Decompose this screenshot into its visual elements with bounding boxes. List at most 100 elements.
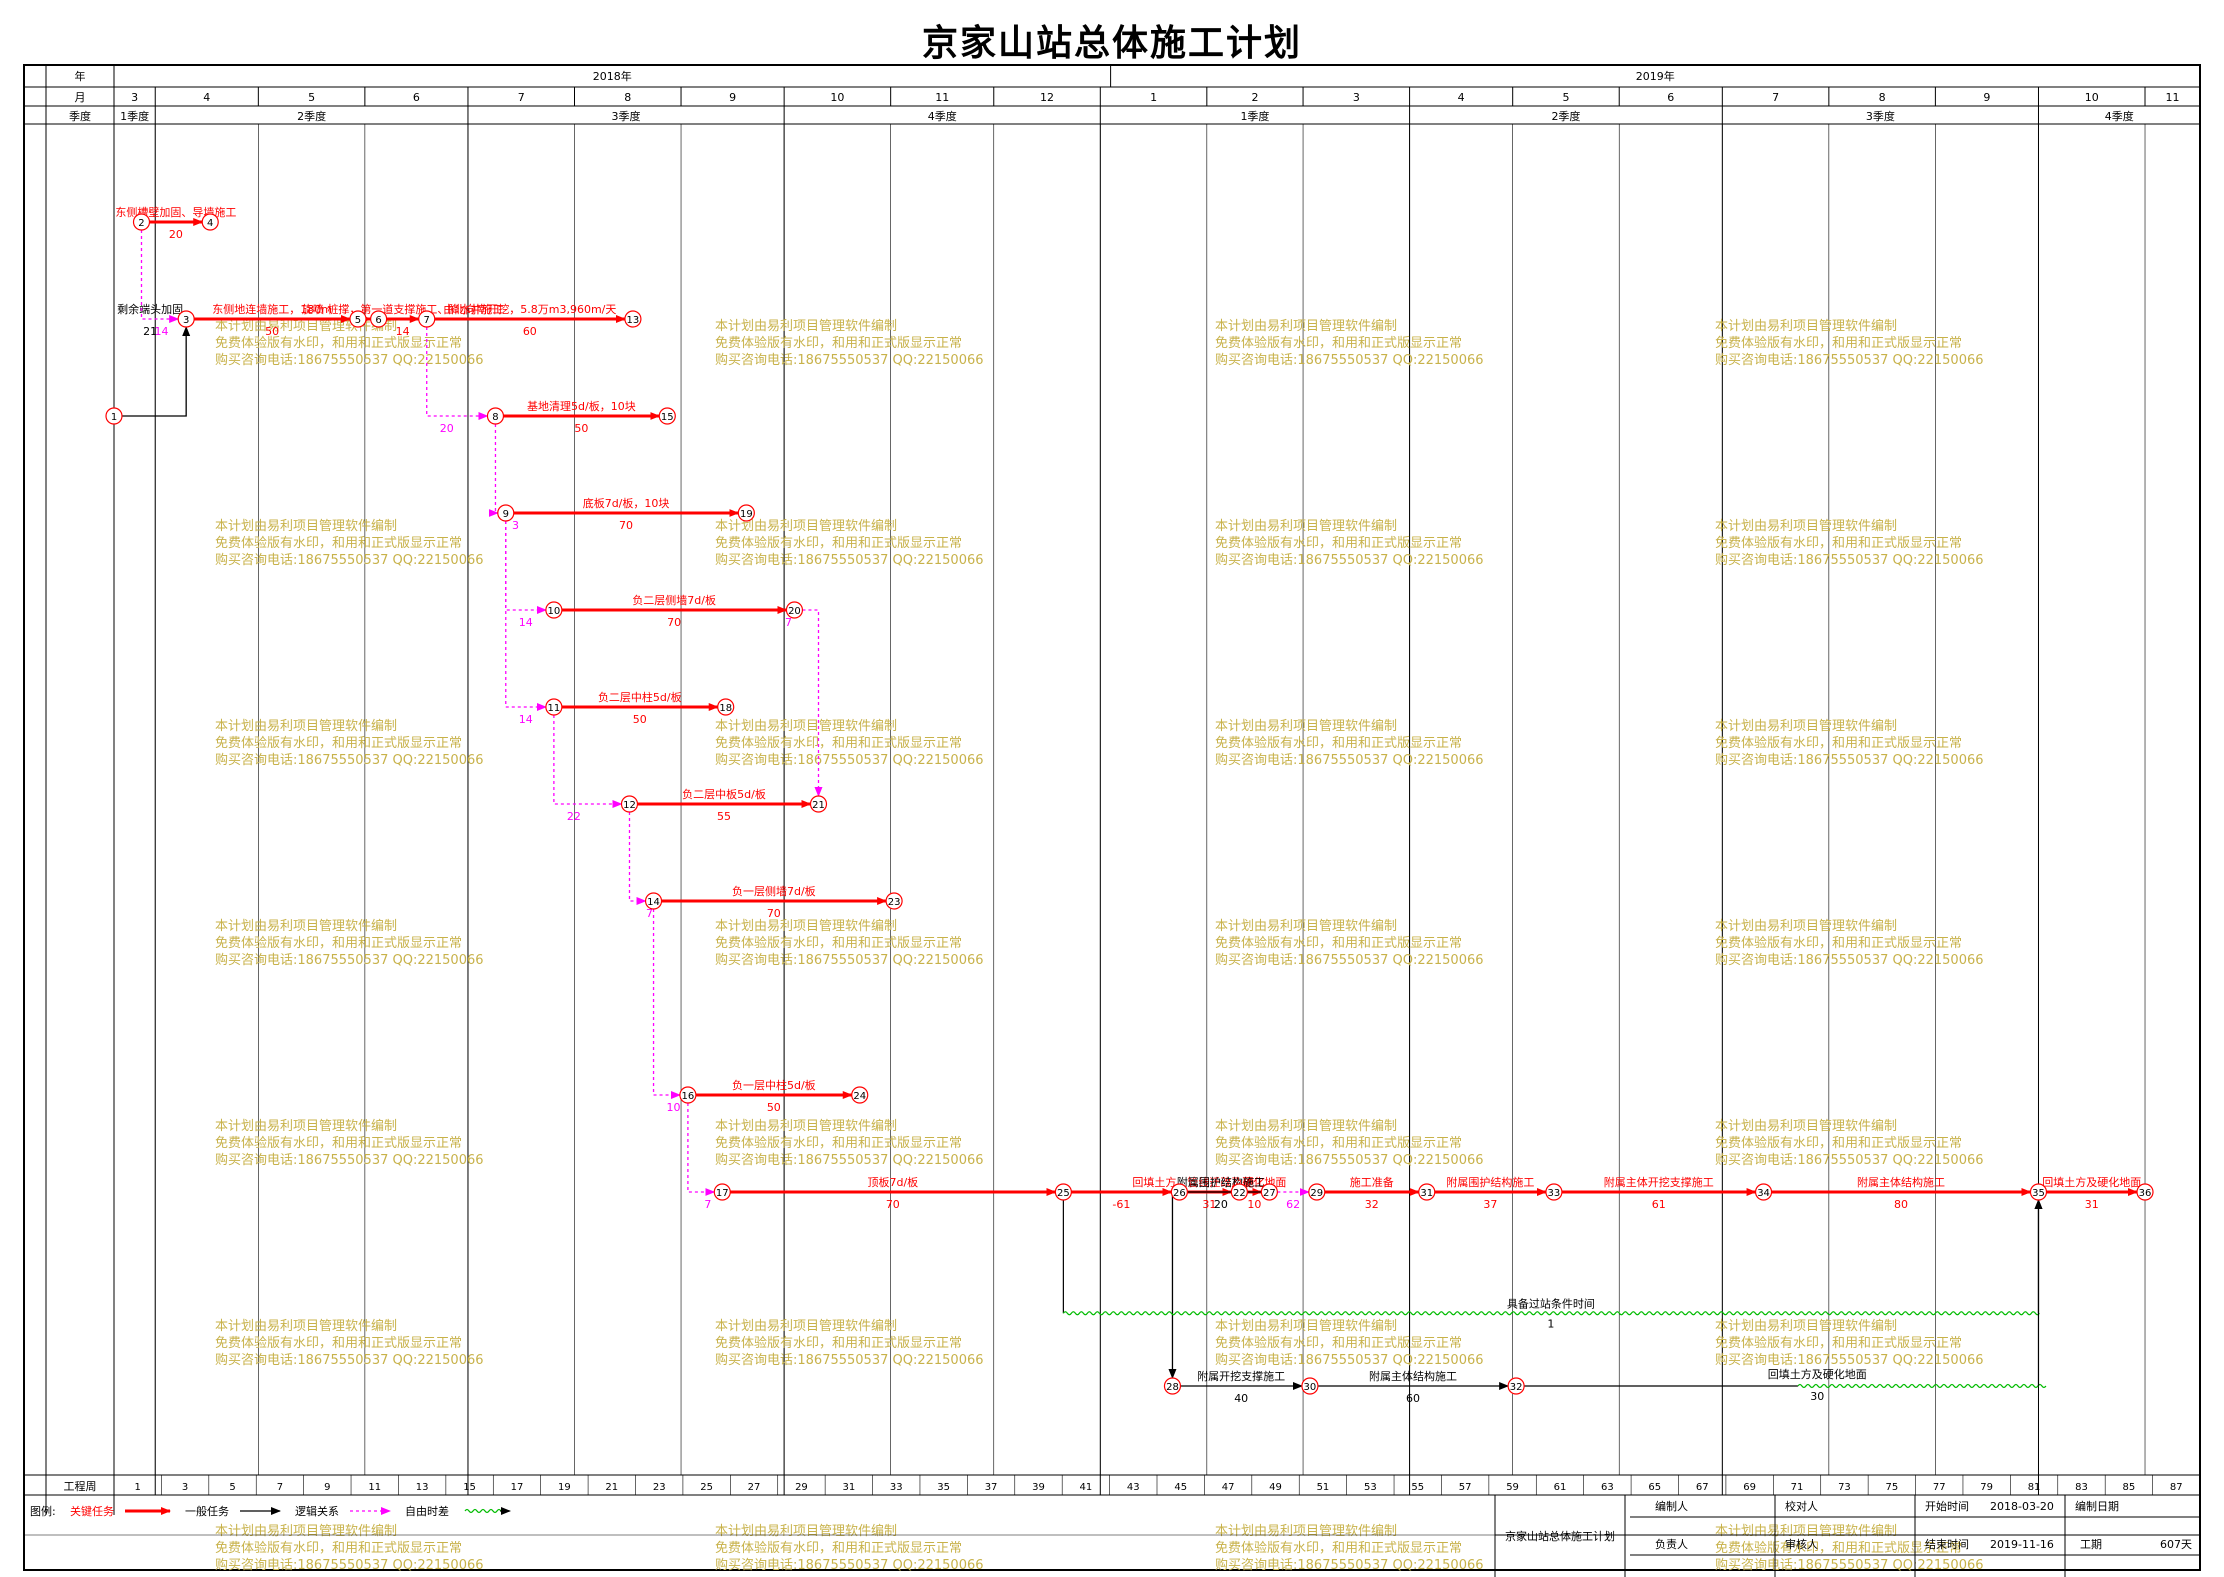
task-arrow: [122, 326, 191, 417]
week-label: 9: [324, 1482, 330, 1493]
node-14[interactable]: 14: [644, 892, 663, 910]
node-21[interactable]: 21: [809, 795, 828, 813]
node-5[interactable]: 5: [349, 310, 367, 328]
node-8[interactable]: 8: [486, 407, 505, 425]
watermark-text: 免费体验版有水印，和用和正式版显示正常: [215, 1135, 462, 1151]
year-label: 2018年: [593, 69, 632, 83]
watermark-text: 免费体验版有水印，和用和正式版显示正常: [215, 735, 462, 751]
node-28[interactable]: 28: [1163, 1377, 1182, 1395]
week-label: 81: [2028, 1482, 2041, 1493]
watermark-text: 本计划由易利项目管理软件编制: [1215, 719, 1397, 734]
node-2[interactable]: 2: [132, 213, 151, 231]
node-7[interactable]: 7: [418, 310, 436, 328]
task-name: 剩余端头加固: [117, 302, 183, 316]
node-9[interactable]: 9: [497, 504, 515, 522]
node-20[interactable]: 20: [785, 601, 804, 619]
week-label: 37: [985, 1482, 998, 1493]
watermark-text: 本计划由易利项目管理软件编制: [1215, 519, 1397, 534]
watermark-text: 免费体验版有水印，和用和正式版显示正常: [1715, 935, 1962, 951]
week-label: 67: [1696, 1482, 1709, 1493]
node-35[interactable]: 35: [2029, 1183, 2048, 1201]
task-name: 负二层侧墙7d/板: [632, 593, 716, 607]
backfill2-wave: [1797, 1383, 2047, 1389]
watermark-text: 本计划由易利项目管理软件编制: [1215, 1524, 1397, 1539]
watermark-text: 购买咨询电话:18675550537 QQ:22150066: [715, 752, 984, 768]
node-30[interactable]: 30: [1301, 1377, 1319, 1395]
node-label: 14: [647, 897, 660, 908]
watermark-text: 免费体验版有水印，和用和正式版显示正常: [715, 1135, 962, 1151]
watermark-text: 本计划由易利项目管理软件编制: [715, 1119, 897, 1134]
week-label: 25: [700, 1482, 713, 1493]
header-month-label: 月: [75, 91, 86, 104]
watermark-text: 免费体验版有水印，和用和正式版显示正常: [1215, 535, 1462, 551]
node-12[interactable]: 12: [620, 795, 639, 813]
node-16[interactable]: 16: [679, 1086, 697, 1104]
free-float-label: 10: [667, 1101, 681, 1114]
watermark-text: 免费体验版有水印，和用和正式版显示正常: [215, 535, 462, 551]
node-6[interactable]: 6: [370, 310, 388, 328]
node-19[interactable]: 19: [737, 504, 755, 522]
node-25[interactable]: 25: [1054, 1183, 1072, 1201]
month-label: 9: [729, 91, 736, 104]
node-13[interactable]: 13: [624, 310, 642, 328]
watermark-text: 购买咨询电话:18675550537 QQ:22150066: [715, 352, 984, 368]
quarter-label: 2季度: [297, 109, 326, 123]
node-31[interactable]: 31: [1418, 1183, 1436, 1201]
node-17[interactable]: 17: [713, 1183, 731, 1201]
watermark-text: 购买咨询电话:18675550537 QQ:22150066: [215, 1557, 484, 1573]
task-name: 负一层侧墙7d/板: [732, 884, 816, 898]
task-duration: 40: [1234, 1392, 1248, 1405]
week-label: 59: [1506, 1482, 1519, 1493]
node-label: 31: [1420, 1188, 1433, 1199]
node-15[interactable]: 15: [658, 407, 676, 425]
info-reviewer-label: 审核人: [1785, 1537, 1818, 1551]
task-duration: 60: [523, 325, 537, 338]
node-27[interactable]: 27: [1260, 1183, 1278, 1201]
legend-critical-label: 关键任务: [70, 1504, 114, 1518]
node-label: 28: [1166, 1382, 1179, 1393]
watermark-text: 购买咨询电话:18675550537 QQ:22150066: [215, 1352, 484, 1368]
task-name: 施工准备: [1350, 1175, 1394, 1189]
month-label: 5: [1562, 91, 1569, 104]
watermark-text: 购买咨询电话:18675550537 QQ:22150066: [215, 952, 484, 968]
node-4[interactable]: 4: [201, 213, 219, 231]
node-label: 23: [888, 897, 901, 908]
task-duration: 20: [1214, 1198, 1228, 1211]
watermark-text: 本计划由易利项目管理软件编制: [715, 1319, 897, 1334]
node-34[interactable]: 34: [1754, 1183, 1773, 1201]
node-label: 27: [1263, 1188, 1276, 1199]
node-32[interactable]: 32: [1507, 1377, 1525, 1395]
week-label: 63: [1601, 1482, 1614, 1493]
node-36[interactable]: 36: [2136, 1183, 2154, 1201]
node-26[interactable]: 26: [1170, 1183, 1188, 1201]
node-33[interactable]: 33: [1545, 1183, 1563, 1201]
month-label: 7: [1772, 91, 1779, 104]
task-duration: 70: [767, 907, 781, 920]
watermark-text: 购买咨询电话:18675550537 QQ:22150066: [1715, 1557, 1984, 1573]
watermark-text: 本计划由易利项目管理软件编制: [1715, 919, 1897, 934]
node-22[interactable]: 22: [1230, 1183, 1248, 1201]
watermark-text: 免费体验版有水印，和用和正式版显示正常: [715, 1335, 962, 1351]
node-18[interactable]: 18: [717, 698, 735, 716]
task-duration: 80: [1894, 1198, 1908, 1211]
watermark-text: 购买咨询电话:18675550537 QQ:22150066: [715, 1152, 984, 1168]
week-label: 43: [1127, 1482, 1140, 1493]
task-duration: 10: [1247, 1198, 1261, 1211]
free-float-label: 22: [567, 810, 581, 823]
node-10[interactable]: 10: [545, 601, 563, 619]
legend-float-wave: [464, 1508, 506, 1514]
node-24[interactable]: 24: [851, 1086, 869, 1104]
legend-normal-label: 一般任务: [185, 1505, 229, 1518]
node-3[interactable]: 3: [177, 310, 195, 328]
task-name: 顶板7d/板: [867, 1175, 918, 1189]
node-label: 16: [682, 1091, 695, 1102]
node-label: 24: [853, 1091, 866, 1102]
node-1[interactable]: 1: [105, 407, 123, 425]
task-name: 回填土方及硬化地面: [2042, 1175, 2141, 1189]
node-23[interactable]: 23: [885, 892, 903, 910]
node-11[interactable]: 11: [545, 698, 563, 716]
node-29[interactable]: 29: [1308, 1183, 1326, 1201]
task-duration: 31: [2085, 1198, 2099, 1211]
task-duration: 50: [265, 325, 279, 338]
watermark-text: 购买咨询电话:18675550537 QQ:22150066: [1215, 1557, 1484, 1573]
